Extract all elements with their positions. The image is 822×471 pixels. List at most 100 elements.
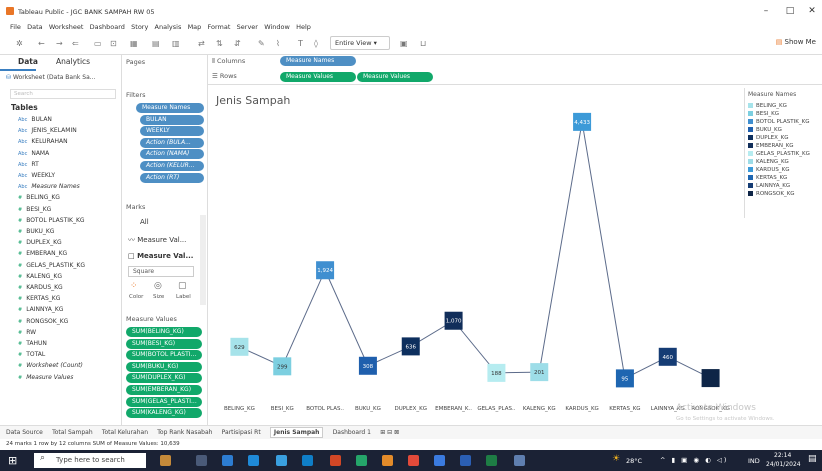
- view-size-select[interactable]: Entire View ▾: [330, 36, 390, 50]
- rows-pill-measure-values-1[interactable]: Measure Values: [280, 72, 356, 82]
- measure-values-pill[interactable]: SUM(EMBERAN_KG): [126, 385, 202, 395]
- save-icon[interactable]: ▭: [94, 39, 102, 48]
- labels-icon[interactable]: T: [298, 39, 303, 48]
- filter-pill[interactable]: Action (BULA...: [140, 137, 204, 148]
- marks-all[interactable]: All: [140, 218, 149, 226]
- filter-pill[interactable]: Action (RT): [140, 172, 204, 183]
- maximize-button[interactable]: □: [782, 6, 798, 16]
- legend-item[interactable]: BELING_KG: [748, 102, 822, 110]
- menu-help[interactable]: Help: [296, 23, 311, 31]
- legend-item[interactable]: GELAS_PLASTIK_KG: [748, 150, 822, 158]
- measure-field[interactable]: # TOTAL: [18, 351, 45, 358]
- refresh-icon[interactable]: ⊡: [110, 39, 117, 48]
- whatsapp-icon[interactable]: [356, 455, 367, 466]
- legend-item[interactable]: BOTOL PLASTIK_KG: [748, 118, 822, 126]
- clock-time[interactable]: 22:14: [774, 452, 791, 459]
- legend-item[interactable]: EMBERAN_KG: [748, 142, 822, 150]
- tab-top-rank-nasabah[interactable]: Top Rank Nasabah: [157, 429, 212, 436]
- measure-field[interactable]: # KARDUS_KG: [18, 284, 63, 291]
- measure-field[interactable]: # Worksheet (Count): [18, 362, 83, 369]
- data-point-square[interactable]: [701, 369, 720, 388]
- menu-story[interactable]: Story: [131, 23, 148, 31]
- measure-field[interactable]: # TAHUN: [18, 340, 47, 347]
- task-view-icon[interactable]: [196, 455, 207, 466]
- menu-format[interactable]: Format: [208, 23, 231, 31]
- measure-field[interactable]: # BOTOL PLASTIK_KG: [18, 217, 85, 224]
- measure-field[interactable]: # DUPLEX_KG: [18, 239, 62, 246]
- tableau-logo-icon[interactable]: ✲: [16, 39, 23, 48]
- fix-axes-icon[interactable]: ◊: [314, 39, 318, 48]
- legend-item[interactable]: RONGSOK_KG: [748, 190, 822, 198]
- measure-field[interactable]: # EMBERAN_KG: [18, 250, 67, 257]
- notifications-icon[interactable]: ▤: [808, 454, 817, 464]
- filter-pill[interactable]: WEEKLY: [140, 126, 204, 137]
- marks-measure-values-square[interactable]: □ Measure Val...: [128, 252, 193, 260]
- share-icon[interactable]: ⊔: [420, 39, 426, 48]
- duplicate-icon[interactable]: ▤: [152, 39, 160, 48]
- tableau-taskbar-icon[interactable]: [514, 455, 525, 466]
- measure-field[interactable]: # RW: [18, 329, 36, 336]
- marks-measure-values-line[interactable]: 〰 Measure Val...: [128, 235, 186, 245]
- tab-data-source[interactable]: Data Source: [6, 429, 43, 436]
- new-sheet-icon[interactable]: ▦: [130, 39, 138, 48]
- measure-names-field[interactable]: Abc Measure Names: [18, 183, 80, 190]
- excel-icon[interactable]: [486, 455, 497, 466]
- undo-icon[interactable]: ⇐: [72, 39, 79, 48]
- measure-field[interactable]: # GELAS_PLASTIK_KG: [18, 262, 85, 269]
- color-icon[interactable]: ⁘: [130, 281, 138, 291]
- mail-icon[interactable]: [276, 455, 287, 466]
- legend-item[interactable]: LAINNYA_KG: [748, 182, 822, 190]
- folder-icon[interactable]: [382, 455, 393, 466]
- group-icon[interactable]: ⌇: [276, 39, 280, 48]
- label-icon[interactable]: ▢: [178, 281, 187, 291]
- word-icon[interactable]: [460, 455, 471, 466]
- measure-field[interactable]: # BESI_KG: [18, 206, 51, 213]
- swap-icon[interactable]: ⇄: [198, 39, 205, 48]
- measure-field[interactable]: # BELING_KG: [18, 194, 60, 201]
- dimension-field[interactable]: Abc KELURAHAN: [18, 138, 68, 145]
- tab-total-sampah[interactable]: Total Sampah: [52, 429, 93, 436]
- legend-item[interactable]: KARDUS_KG: [748, 166, 822, 174]
- taskbar-search-input[interactable]: Type here to search: [34, 453, 146, 468]
- menu-map[interactable]: Map: [188, 23, 202, 31]
- size-icon[interactable]: ◎: [154, 281, 162, 291]
- measure-field[interactable]: # RONGSOK_KG: [18, 318, 68, 325]
- menu-dashboard[interactable]: Dashboard: [90, 23, 125, 31]
- show-me-button[interactable]: ▤ Show Me: [776, 38, 816, 46]
- measure-values-pill[interactable]: SUM(BELING_KG): [126, 327, 202, 337]
- rows-pill-measure-values-2[interactable]: Measure Values: [357, 72, 433, 82]
- dimension-field[interactable]: Abc BULAN: [18, 116, 52, 123]
- dimension-field[interactable]: Abc NAMA: [18, 150, 49, 157]
- measure-values-pill[interactable]: SUM(BESI_KG): [126, 338, 202, 349]
- mark-type-select[interactable]: Square: [128, 266, 194, 277]
- language-indicator[interactable]: IND: [748, 457, 760, 465]
- tab-data[interactable]: Data: [18, 57, 38, 66]
- clear-icon[interactable]: ▥: [172, 39, 180, 48]
- dimension-field[interactable]: Abc WEEKLY: [18, 172, 55, 179]
- measure-field[interactable]: # KALENG_KG: [18, 273, 62, 280]
- legend-item[interactable]: DUPLEX_KG: [748, 134, 822, 142]
- opera-icon[interactable]: [408, 455, 419, 466]
- system-tray-icons[interactable]: ^ ▮ ▣ ◉ ◐ ◁): [660, 456, 728, 464]
- chrome-icon[interactable]: [434, 455, 445, 466]
- measure-field[interactable]: # KERTAS_KG: [18, 295, 60, 302]
- filter-pill[interactable]: Measure Names: [136, 103, 204, 113]
- measure-field[interactable]: # LAINNYA_KG: [18, 306, 63, 313]
- powerpoint-icon[interactable]: [330, 455, 341, 466]
- sort-asc-icon[interactable]: ⇅: [216, 39, 223, 48]
- measure-field[interactable]: # BUKU_KG: [18, 228, 54, 235]
- sort-desc-icon[interactable]: ⇵: [234, 39, 241, 48]
- menu-server[interactable]: Server: [237, 23, 258, 31]
- tab-dashboard-1[interactable]: Dashboard 1: [333, 429, 371, 436]
- edge-icon[interactable]: [222, 455, 233, 466]
- clock-date[interactable]: 24/01/2024: [766, 461, 801, 468]
- tab-total-kelurahan[interactable]: Total Kelurahan: [102, 429, 148, 436]
- measure-values-pill[interactable]: SUM(GELAS_PLASTI...: [126, 396, 202, 407]
- close-button[interactable]: ✕: [804, 6, 820, 16]
- forward-icon[interactable]: →: [56, 39, 63, 48]
- measure-values-pill[interactable]: SUM(DUPLEX_KG): [126, 373, 202, 384]
- menu-analysis[interactable]: Analysis: [155, 23, 182, 31]
- back-icon[interactable]: ←: [38, 39, 45, 48]
- filter-pill[interactable]: Action (NAMA): [140, 149, 204, 160]
- menu-window[interactable]: Window: [264, 23, 290, 31]
